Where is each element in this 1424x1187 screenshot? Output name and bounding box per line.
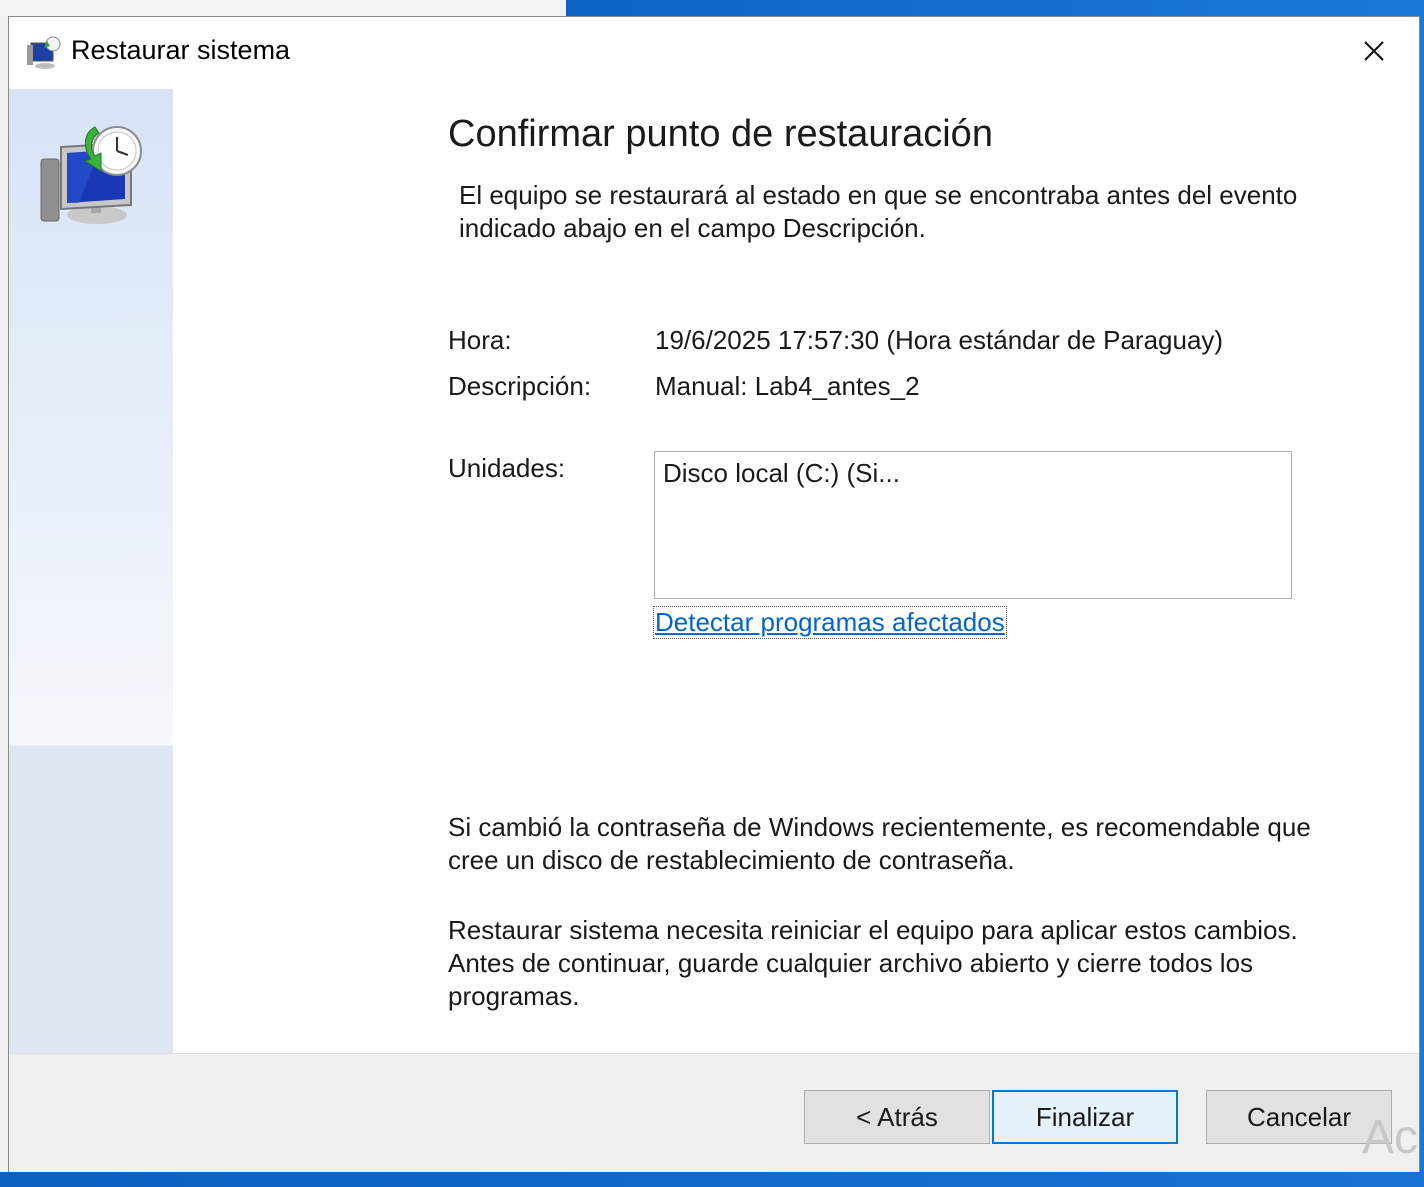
- drives-list[interactable]: Disco local (C:) (Si...: [654, 451, 1292, 599]
- restart-note: Restaurar sistema necesita reiniciar el …: [448, 915, 1298, 1011]
- desktop-background: [566, 0, 1424, 16]
- drives-label: Unidades:: [448, 453, 566, 483]
- time-label: Hora:: [448, 325, 512, 355]
- window-title: Restaurar sistema: [71, 35, 291, 65]
- taskbar-strip: [0, 1172, 1424, 1187]
- intro-text: El equipo se restaurará al estado en que…: [459, 180, 1298, 243]
- finish-button[interactable]: Finalizar: [992, 1090, 1178, 1144]
- system-restore-icon: [25, 35, 63, 71]
- button-bar: < Atrás Finalizar Cancelar: [9, 1053, 1419, 1172]
- close-button[interactable]: [1329, 17, 1419, 89]
- side-panel: [9, 89, 173, 1053]
- description-value: Manual: Lab4_antes_2: [655, 371, 920, 401]
- background-window-strip: [0, 0, 566, 17]
- desktop-background-edge: [1420, 16, 1424, 1172]
- activation-watermark: Ac: [1362, 1111, 1419, 1164]
- page-title: Confirmar punto de restauración: [448, 113, 993, 155]
- content-area: Confirmar punto de restauración El equip…: [173, 89, 1419, 1053]
- description-label: Descripción:: [448, 371, 592, 401]
- system-restore-large-icon: [39, 119, 149, 229]
- list-item[interactable]: Disco local (C:) (Si...: [663, 458, 1283, 489]
- detect-affected-programs-link[interactable]: Detectar programas afectados: [653, 606, 1007, 639]
- close-icon: [1363, 40, 1385, 67]
- time-value: 19/6/2025 17:57:30 (Hora estándar de Par…: [655, 325, 1224, 355]
- title-bar: Restaurar sistema: [9, 17, 1419, 89]
- background-window-edge: [0, 16, 8, 1172]
- password-note: Si cambió la contraseña de Windows recie…: [448, 812, 1311, 875]
- system-restore-dialog: Restaurar sistema Confirmar punto de res…: [8, 16, 1420, 1172]
- back-button[interactable]: < Atrás: [804, 1090, 990, 1144]
